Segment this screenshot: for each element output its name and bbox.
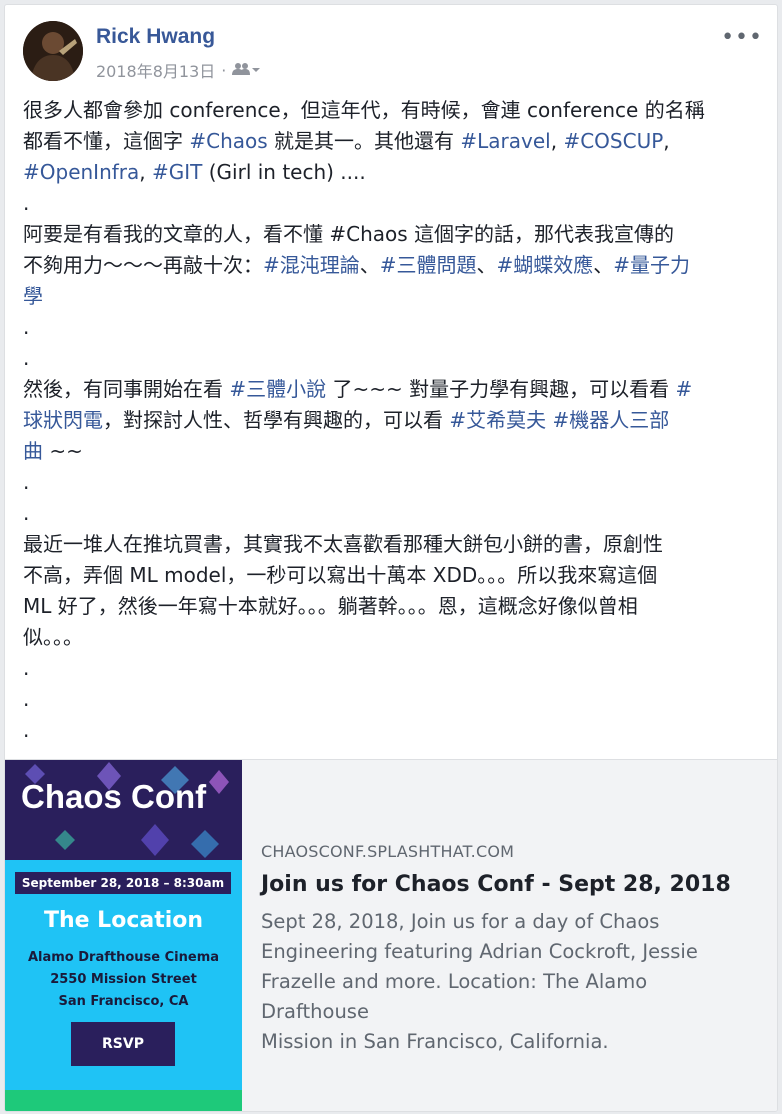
link-preview-image[interactable]: Chaos Conf September 28, 2018 – 8:30am T… [5,760,242,1111]
post-text: 似。。。 [23,625,83,649]
hashtag-link[interactable]: 曲 [23,439,43,463]
event-date-band: September 28, 2018 – 8:30am [15,872,231,894]
hashtag-link[interactable]: #混沌理論 [263,253,360,277]
post-text: 、 [476,253,497,277]
link-title[interactable]: Join us for Chaos Conf - Sept 28, 2018 [261,871,761,899]
post-text: 很多人都會參加 conference，但這年代，有時候，會連 conferenc… [23,98,705,122]
post-text: ~~ [43,439,83,463]
post-body-line: 不高，弄個 ML model，一秒可以寫出十萬本 XDD。。。所以我來寫這個 [23,560,763,591]
post-body-line: 似。。。 [23,622,763,653]
hashtag-link[interactable]: #機器人三部 [552,408,669,432]
friends-audience-icon[interactable] [232,61,262,80]
post-body-line: ML 好了，然後一年寫十本就好。。。躺著幹。。。恩，這概念好像似曾相 [23,591,763,622]
link-description-line: Engineering featuring Adrian Cockroft, J… [261,940,698,963]
hashtag-link[interactable]: # [675,377,692,401]
thumb-footer-band [5,1090,242,1111]
post-body-line: 阿要是有看我的文章的人，看不懂 #Chaos 這個字的話，那代表我宣傳的 [23,219,763,250]
post-body-line: . [23,188,763,219]
post-card: Rick Hwang 2018年8月13日 · ••• 很多人都會參加 conf… [4,4,778,1112]
post-text: 、 [359,253,380,277]
post-text: . [23,718,30,742]
hashtag-link[interactable]: #Laravel [460,129,550,153]
link-preview[interactable]: Chaos Conf September 28, 2018 – 8:30am T… [5,759,777,1111]
post-text: 不夠用力～～～再敲十次： [23,253,263,277]
post-body: 很多人都會參加 conference，但這年代，有時候，會連 conferenc… [23,95,763,746]
post-text: 阿要是有看我的文章的人，看不懂 #Chaos 這個字的話，那代表我宣傳的 [23,222,675,246]
post-body-line: 很多人都會參加 conference，但這年代，有時候，會連 conferenc… [23,95,763,126]
link-domain: CHAOSCONF.SPLASHTHAT.COM [261,842,515,861]
post-text: . [23,346,30,370]
location-line: Alamo Drafthouse Cinema [27,950,220,965]
location-line: 2550 Mission Street [50,972,197,987]
post-body-line: . [23,498,763,529]
hashtag-link[interactable]: #艾希莫夫 [449,408,546,432]
hashtag-link[interactable]: 球狀閃電 [23,408,103,432]
avatar[interactable] [23,21,83,81]
post-body-line: 最近一堆人在推坑買書，其實我不太喜歡看那種大餅包小餅的書，原創性 [23,529,763,560]
author-name[interactable]: Rick Hwang [96,25,215,49]
post-text: 、 [593,253,614,277]
post-body-line: 學 [23,281,763,312]
post-text: , [139,160,152,184]
post-body-line: . [23,312,763,343]
post-body-line: 都看不懂，這個字 #Chaos 就是其一。其他還有 #Laravel, #COS… [23,126,763,157]
post-text: 就是其一。其他還有 [267,129,461,153]
post-text: . [23,501,30,525]
post-body-line: . [23,715,763,746]
post-body-line: 然後，有同事開始在看 #三體小說 了~~~ 對量子力學有興趣，可以看看 # [23,374,763,405]
post-text: 然後，有同事開始在看 [23,377,230,401]
post-text: 不高，弄個 ML model，一秒可以寫出十萬本 XDD。。。所以我來寫這個 [23,563,658,587]
post-date[interactable]: 2018年8月13日 [96,58,215,82]
link-description-line: Frazelle and more. Location: The Alamo D… [261,970,648,1023]
hashtag-link[interactable]: #Chaos [189,129,267,153]
link-description-line: Sept 28, 2018, Join us for a day of Chao… [261,910,660,933]
rsvp-button[interactable]: RSVP [71,1022,175,1066]
hashtag-link[interactable]: #GIT [152,160,202,184]
post-body-line: . [23,343,763,374]
hashtag-link[interactable]: #COSCUP [563,129,663,153]
meta-separator: · [221,60,227,80]
post-body-line: 不夠用力～～～再敲十次：#混沌理論、#三體問題、#蝴蝶效應、#量子力 [23,250,763,281]
post-text: (Girl in tech) .... [202,160,366,184]
hashtag-link[interactable]: 學 [23,284,43,308]
more-options-icon[interactable]: ••• [721,25,763,50]
chaos-conf-logo: Chaos Conf [21,778,207,815]
post-text: . [23,470,30,494]
hashtag-link[interactable]: #蝴蝶效應 [497,253,594,277]
post-text: 都看不懂，這個字 [23,129,190,153]
post-text: . [23,687,30,711]
post-text: ，對探討人性、哲學有興趣的，可以看 [103,408,450,432]
post-body-line: #OpenInfra, #GIT (Girl in tech) .... [23,157,763,188]
location-title: The Location [43,908,204,933]
link-preview-text[interactable]: CHAOSCONF.SPLASHTHAT.COM Join us for Cha… [261,842,761,1057]
location-line: San Francisco, CA [58,994,189,1009]
post-text: , [550,129,564,153]
post-text: 了~~~ 對量子力學有興趣，可以看看 [326,377,676,401]
post-text: 最近一堆人在推坑買書，其實我不太喜歡看那種大餅包小餅的書，原創性 [23,532,663,556]
post-text: ML 好了，然後一年寫十本就好。。。躺著幹。。。恩，這概念好像似曾相 [23,594,638,618]
hashtag-link[interactable]: #量子力 [613,253,690,277]
hashtag-link[interactable]: #OpenInfra [23,160,139,184]
hashtag-link[interactable]: #三體問題 [380,253,477,277]
post-body-line: 球狀閃電，對探討人性、哲學有興趣的，可以看 #艾希莫夫 #機器人三部 [23,405,763,436]
post-body-line: . [23,467,763,498]
post-body-line: . [23,653,763,684]
post-body-line: . [23,684,763,715]
avatar-image [23,21,83,81]
post-meta: 2018年8月13日 · [96,58,262,82]
hashtag-link[interactable]: #三體小說 [229,377,326,401]
post-text: . [23,656,30,680]
link-description-line: Mission in San Francisco, California. [261,1030,609,1053]
post-text: , [663,129,670,153]
post-text: . [23,315,30,339]
link-description: Sept 28, 2018, Join us for a day of Chao… [261,907,761,1057]
post-text: . [23,191,30,215]
post-body-line: 曲 ~~ [23,436,763,467]
